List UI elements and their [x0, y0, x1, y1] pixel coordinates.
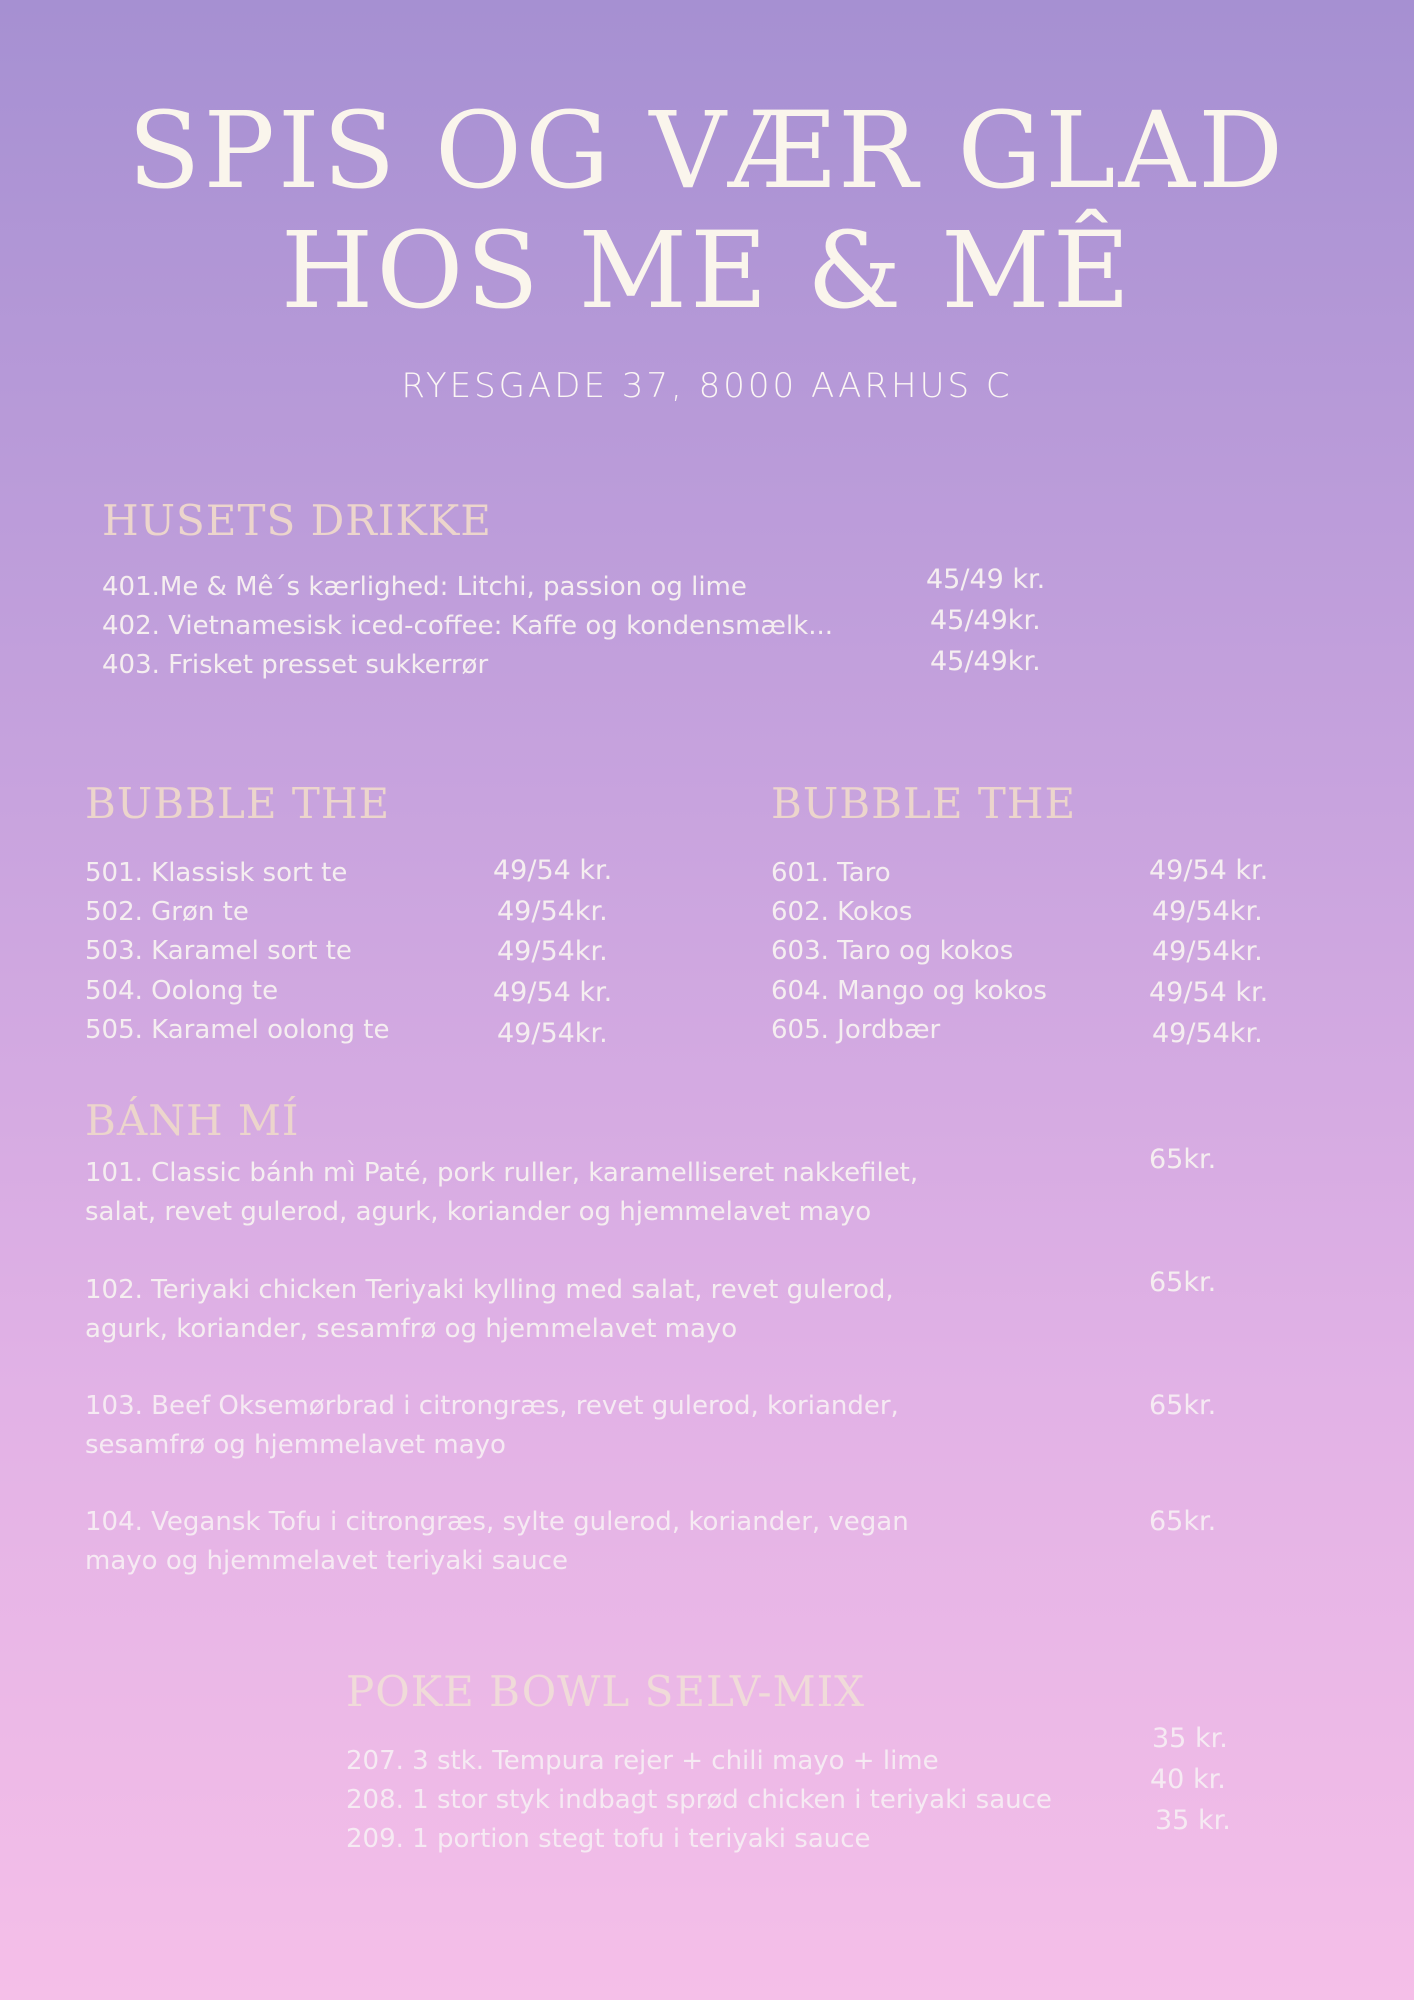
menu-item-price: 49/54kr. [497, 1018, 608, 1049]
menu-item-name: 501. Klassisk sort te [85, 858, 348, 888]
menu-item-price: 45/49 kr. [926, 564, 1046, 595]
menu-item-price: 49/54kr. [497, 896, 608, 927]
menu-item-name: 207. 3 stk. Tempura rejer + chili mayo +… [346, 1746, 939, 1776]
menu-item-price: 49/54kr. [1152, 936, 1263, 967]
menu-item-name: 604. Mango og kokos [771, 976, 1047, 1006]
menu-item-line: sesamfrø og hjemmelavet mayo [85, 1430, 506, 1460]
menu-item-price: 65kr. [1149, 1390, 1217, 1421]
menu-item-name: 603. Taro og kokos [771, 936, 1014, 966]
menu-item-name: 601. Taro [771, 858, 891, 888]
restaurant-address: RYESGADE 37, 8000 AARHUS C [401, 366, 1013, 406]
menu-item-line: 103. Beef Oksemørbrad i citrongræs, reve… [85, 1391, 899, 1421]
menu-item-line: salat, revet gulerod, agurk, koriander o… [85, 1197, 872, 1227]
menu-item-price: 35 kr. [1155, 1805, 1231, 1836]
menu-item-price: 65kr. [1149, 1506, 1217, 1537]
menu-item-price: 65kr. [1149, 1144, 1217, 1175]
menu-item-price: 49/54kr. [1152, 896, 1263, 927]
section-heading: POKE BOWL SELV-MIX [346, 1667, 866, 1716]
section-heading: BUBBLE THE [771, 779, 1077, 828]
menu-item-name: 402. Vietnamesisk iced-coffee: Kaffe og … [102, 611, 834, 641]
menu-item-name: 602. Kokos [771, 897, 913, 927]
menu-item-price: 49/54 kr. [1149, 855, 1269, 886]
menu-item-name: 502. Grøn te [85, 897, 249, 927]
section-heading: BÁNH MÍ [85, 1096, 300, 1145]
menu-item-line: mayo og hjemmelavet teriyaki sauce [85, 1546, 569, 1576]
menu-item-name: 503. Karamel sort te [85, 936, 352, 966]
menu-item-name: 401.Me & Mê´s kærlighed: Litchi, passion… [102, 572, 747, 602]
menu-item-name: 208. 1 stor styk indbagt sprød chicken i… [346, 1785, 1052, 1815]
menu-item-line: 101. Classic bánh mì Paté, pork ruller, … [85, 1158, 919, 1188]
menu-item-price: 35 kr. [1152, 1723, 1228, 1754]
menu-item-line: agurk, koriander, sesamfrø og hjemmelave… [85, 1314, 738, 1344]
menu-item-price: 49/54 kr. [1149, 977, 1269, 1008]
menu-item-name: 505. Karamel oolong te [85, 1015, 390, 1045]
menu-item-name: 605. Jordbær [771, 1015, 941, 1045]
menu-item-price: 49/54 kr. [493, 977, 613, 1008]
menu-title-line1: SPIS OG VÆR GLAD [127, 89, 1287, 212]
menu-item-price: 49/54kr. [1152, 1018, 1263, 1049]
menu-item-price: 49/54 kr. [493, 855, 613, 886]
menu-item-price: 45/49kr. [930, 605, 1041, 636]
menu-item-line: 104. Vegansk Tofu i citrongræs, sylte gu… [85, 1507, 909, 1537]
section-heading: BUBBLE THE [85, 779, 391, 828]
menu-item-price: 65kr. [1149, 1267, 1217, 1298]
section-heading: HUSETS DRIKKE [102, 496, 492, 545]
menu-item-price: 40 kr. [1150, 1764, 1226, 1795]
menu-item-price: 45/49kr. [930, 646, 1041, 677]
menu-item-name: 504. Oolong te [85, 976, 279, 1006]
menu-item-name: 209. 1 portion stegt tofu i teriyaki sau… [346, 1824, 871, 1854]
menu-title-line2: HOS ME & MÊ [280, 209, 1134, 332]
menu-item-name: 403. Frisket presset sukkerrør [102, 650, 489, 680]
menu-item-line: 102. Teriyaki chicken Teriyaki kylling m… [85, 1275, 894, 1305]
menu-item-price: 49/54kr. [497, 936, 608, 967]
